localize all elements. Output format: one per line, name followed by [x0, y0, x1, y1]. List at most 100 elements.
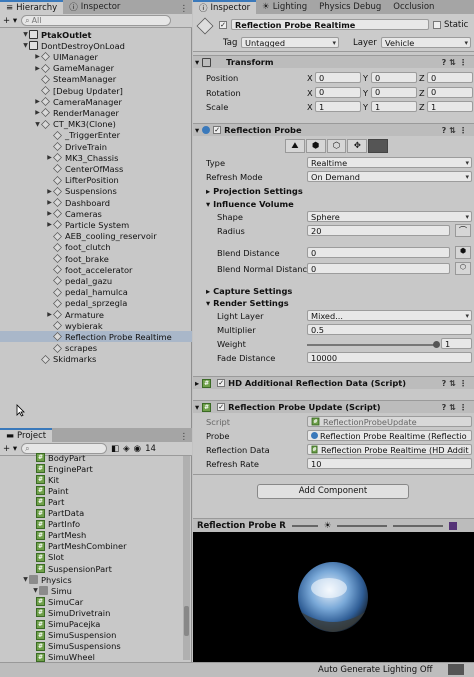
edit-bounds-icon[interactable]: ⬢	[305, 139, 326, 153]
transform-z-field[interactable]: 0	[427, 86, 473, 98]
hierarchy-row[interactable]: Skidmarks	[0, 354, 192, 365]
expand-arrow-icon[interactable]: ▶	[46, 199, 53, 206]
project-row[interactable]: ▼ Physics	[0, 574, 180, 585]
hierarchy-row[interactable]: ▼ CT_MK3(Clone)	[0, 119, 192, 130]
project-row[interactable]: # PartMesh	[0, 530, 180, 541]
fade-distance-field[interactable]: 10000	[307, 352, 472, 363]
expand-arrow-icon[interactable]: ▼	[22, 576, 29, 583]
hierarchy-row[interactable]: ▼ PtakOutlet	[0, 29, 192, 40]
project-row[interactable]: # PartInfo	[0, 519, 180, 530]
hd-additional-enabled-checkbox[interactable]: ✓	[217, 379, 226, 387]
hierarchy-row[interactable]: ▶ Armature	[0, 309, 192, 320]
project-row[interactable]: # Slot	[0, 552, 180, 563]
hd-additional-header[interactable]: ▸ # ✓ HD Additional Reflection Data (Scr…	[193, 376, 474, 389]
zoom-slider[interactable]	[393, 524, 444, 527]
project-menu-icon[interactable]: ⋮	[180, 432, 193, 442]
expand-arrow-icon[interactable]: ▶	[46, 311, 53, 318]
radius-field[interactable]: 20	[307, 225, 450, 236]
refresh-rate-field[interactable]: 10	[307, 458, 472, 469]
hierarchy-row[interactable]: ▶ UIManager	[0, 51, 192, 62]
expand-arrow-icon[interactable]: ▼	[22, 42, 29, 49]
transform-y-field[interactable]: 0	[371, 86, 417, 98]
hierarchy-row[interactable]: wybierak	[0, 320, 192, 331]
expand-arrow-icon[interactable]: ▶	[46, 221, 53, 228]
project-row[interactable]: # SimuSuspensions	[0, 641, 180, 652]
refresh-mode-dropdown[interactable]: On Demand	[307, 171, 472, 182]
blend-normal-edit-icon[interactable]: ⬡	[455, 262, 471, 275]
project-row[interactable]: # SimuWheel	[0, 652, 180, 662]
hierarchy-row[interactable]: ▶ CameraManager	[0, 96, 192, 107]
hierarchy-row[interactable]: foot_brake	[0, 253, 192, 264]
edit-origin-icon[interactable]: ✥	[347, 139, 368, 153]
hierarchy-row[interactable]: SteamManager	[0, 74, 192, 85]
layer-dropdown[interactable]: Vehicle	[381, 37, 471, 48]
project-scrollbar-thumb[interactable]	[184, 606, 189, 636]
type-dropdown[interactable]: Realtime	[307, 157, 472, 168]
projection-settings-foldout[interactable]: ▸ Projection Settings	[206, 185, 303, 197]
probe-update-header[interactable]: ▾ # ✓ Reflection Probe Update (Script) ?…	[193, 400, 474, 413]
tab-project[interactable]: ▬ Project	[0, 428, 53, 442]
probe-object-field[interactable]: Reflection Probe Realtime (Reflectio	[307, 430, 472, 441]
project-row[interactable]: # SimuSuspension	[0, 630, 180, 641]
hierarchy-row[interactable]: LifterPosition	[0, 175, 192, 186]
expand-arrow-icon[interactable]: ▶	[34, 98, 41, 105]
radius-edit-icon[interactable]: ⌒	[455, 224, 471, 237]
project-row[interactable]: # PartData	[0, 508, 180, 519]
hierarchy-row[interactable]: ▶ Particle System	[0, 219, 192, 230]
light-layer-dropdown[interactable]: Mixed...	[307, 310, 472, 321]
active-checkbox[interactable]: ✓	[219, 21, 227, 29]
reflection-probe-settings-icons[interactable]: ?⇅⋮	[442, 126, 470, 135]
hierarchy-row[interactable]: [Debug Updater]	[0, 85, 192, 96]
project-row[interactable]: # SimuCar	[0, 596, 180, 607]
blend-edit-icon[interactable]: ⬢	[455, 246, 471, 259]
project-row[interactable]: # SuspensionPart	[0, 563, 180, 574]
hierarchy-row[interactable]: scrapes	[0, 343, 192, 354]
project-row[interactable]: # Part	[0, 496, 180, 507]
weight-slider-knob[interactable]	[433, 341, 440, 348]
panel-menu-icon[interactable]: ⋮	[180, 4, 193, 14]
hierarchy-row[interactable]: DriveTrain	[0, 141, 192, 152]
hierarchy-row[interactable]: pedal_hamulca	[0, 287, 192, 298]
capture-settings-foldout[interactable]: ▸ Capture Settings	[206, 285, 292, 297]
blend-normal-field[interactable]: 0	[307, 263, 450, 274]
render-settings-foldout[interactable]: ▾ Render Settings	[206, 297, 289, 309]
mip-slider[interactable]	[337, 524, 388, 527]
tab-inspector-left[interactable]: ⓘ Inspector	[63, 0, 126, 14]
project-row[interactable]: # SimuPacejka	[0, 619, 180, 630]
project-row[interactable]: # BodyPart	[0, 452, 180, 463]
lighting-status-icon[interactable]	[448, 664, 464, 675]
probe-update-enabled-checkbox[interactable]: ✓	[217, 403, 226, 411]
hierarchy-row[interactable]: ▶ Dashboard	[0, 197, 192, 208]
reflection-preview[interactable]	[193, 532, 474, 662]
edit-influence-icon[interactable]: ⛰	[285, 139, 305, 153]
hierarchy-row[interactable]: ▶ MK3_Chassis	[0, 152, 192, 163]
hierarchy-row[interactable]: _TriggerEnter	[0, 130, 192, 141]
expand-arrow-icon[interactable]: ▶	[34, 109, 41, 116]
static-checkbox[interactable]	[433, 21, 441, 29]
project-row[interactable]: # SimuDrivetrain	[0, 607, 180, 618]
hierarchy-row[interactable]: pedal_sprzegla	[0, 298, 192, 309]
expand-arrow-icon[interactable]: ▶	[46, 154, 53, 161]
tab-occlusion[interactable]: Occlusion	[387, 0, 440, 14]
transform-settings-icons[interactable]: ?⇅⋮	[442, 58, 470, 67]
add-component-button[interactable]: Add Component	[257, 484, 409, 499]
expand-arrow-icon[interactable]: ▼	[32, 587, 39, 594]
expand-arrow-icon[interactable]: ▼	[22, 31, 29, 38]
transform-x-field[interactable]: 0	[315, 72, 361, 83]
channel-icon[interactable]	[449, 521, 458, 530]
hierarchy-search-input[interactable]: ⌕ All	[21, 15, 172, 26]
hierarchy-row[interactable]: ▶ GameManager	[0, 63, 192, 74]
weight-slider[interactable]	[307, 344, 437, 346]
transform-z-field[interactable]: 0	[427, 72, 473, 83]
project-row[interactable]: # Paint	[0, 485, 180, 496]
hierarchy-row[interactable]: ▶ RenderManager	[0, 107, 192, 118]
transform-z-field[interactable]: 1	[427, 101, 473, 112]
tab-lighting[interactable]: ☀ Lighting	[256, 0, 313, 14]
hierarchy-row[interactable]: ▼ DontDestroyOnLoad	[0, 40, 192, 51]
hierarchy-row[interactable]: foot_accelerator	[0, 264, 192, 275]
object-name-field[interactable]: Reflection Probe Realtime	[231, 19, 429, 30]
transform-header[interactable]: ▾ Transform ?⇅⋮	[193, 55, 474, 68]
hd-additional-settings-icons[interactable]: ?⇅⋮	[442, 379, 470, 388]
hierarchy-row[interactable]: Reflection Probe Realtime	[0, 331, 192, 343]
expand-arrow-icon[interactable]: ▶	[34, 53, 41, 60]
